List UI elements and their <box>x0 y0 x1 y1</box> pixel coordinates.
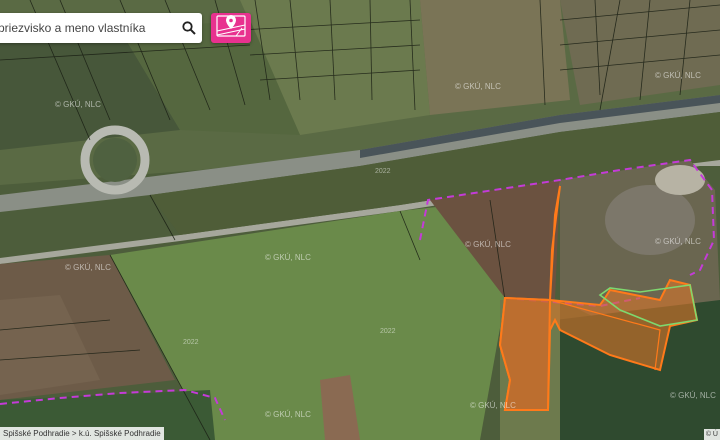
parcel-layer-button[interactable] <box>211 13 251 43</box>
svg-text:© GKÚ, NLC: © GKÚ, NLC <box>265 410 311 419</box>
map-pin-parcel-icon <box>216 14 246 43</box>
svg-text:© GKÚ, NLC: © GKÚ, NLC <box>655 237 701 246</box>
svg-text:© GKÚ, NLC: © GKÚ, NLC <box>265 253 311 262</box>
breadcrumb[interactable]: Spišské Podhradie > k.ú. Spišské Podhrad… <box>0 427 164 440</box>
aerial-map[interactable]: © GKÚ, NLC © GKÚ, NLC © GKÚ, NLC © GKÚ, … <box>0 0 720 440</box>
search-icon[interactable] <box>176 14 202 42</box>
svg-text:2022: 2022 <box>183 339 199 346</box>
svg-text:© GKÚ, NLC: © GKÚ, NLC <box>455 82 501 91</box>
svg-text:© GKÚ, NLC: © GKÚ, NLC <box>55 100 101 109</box>
svg-text:© GKÚ, NLC: © GKÚ, NLC <box>465 240 511 249</box>
svg-text:© GKÚ, NLC: © GKÚ, NLC <box>655 71 701 80</box>
owner-search-box <box>0 13 202 43</box>
svg-text:2022: 2022 <box>375 168 391 175</box>
svg-text:© GKÚ, NLC: © GKÚ, NLC <box>65 263 111 272</box>
owner-search-input[interactable] <box>0 14 176 42</box>
svg-text:2022: 2022 <box>380 328 396 335</box>
copyright-corner: © Ú <box>703 429 720 440</box>
svg-text:© GKÚ, NLC: © GKÚ, NLC <box>670 391 716 400</box>
svg-text:© GKÚ, NLC: © GKÚ, NLC <box>470 401 516 410</box>
